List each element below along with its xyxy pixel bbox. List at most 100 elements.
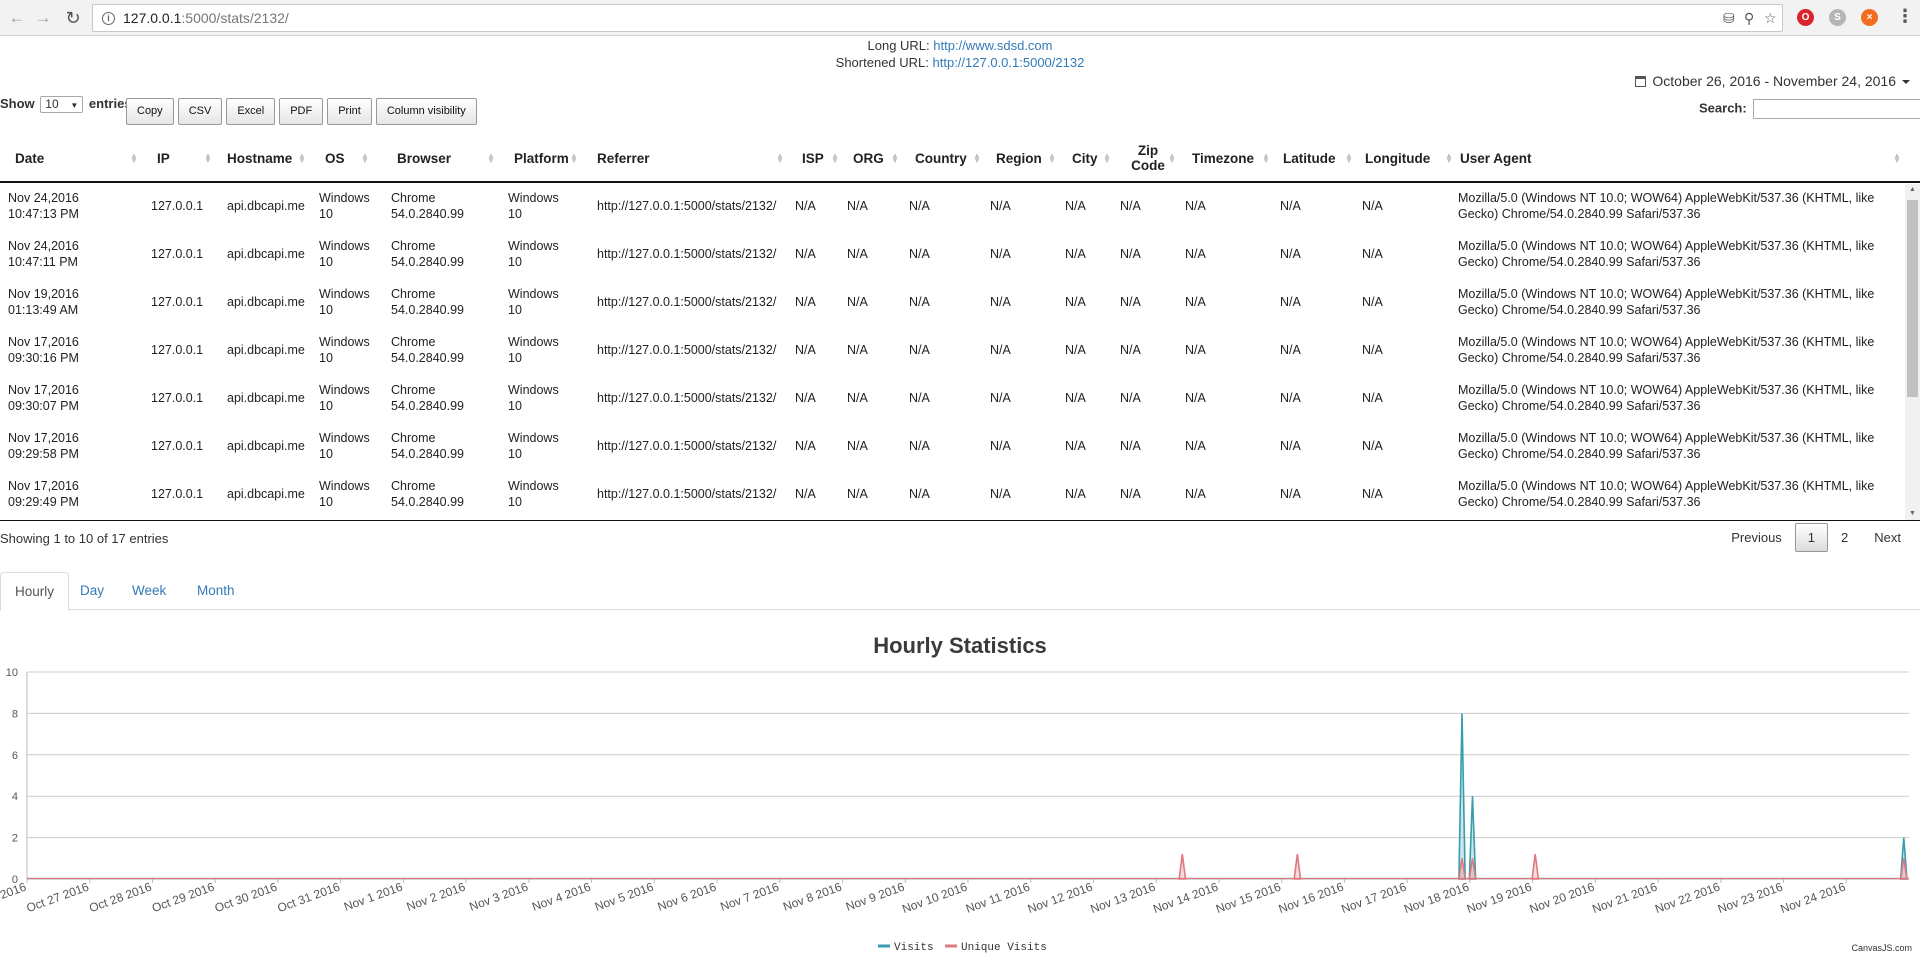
tab-week[interactable]: Week [118, 572, 180, 610]
sort-icon[interactable]: ▲ ▼ [1893, 152, 1901, 165]
next-page-button[interactable]: Next [1861, 523, 1914, 552]
sort-icon[interactable]: ▲ ▼ [1262, 152, 1270, 165]
page-1-button[interactable]: 1 [1794, 523, 1829, 552]
page-2-button[interactable]: 2 [1828, 523, 1861, 552]
cell-latitude: N/A [1280, 487, 1301, 501]
calendar-icon [1635, 76, 1647, 87]
cell-referrer[interactable]: http://127.0.0.1:5000/stats/2132/ [597, 294, 776, 310]
close-extension-icon[interactable]: × [1861, 9, 1878, 26]
column-header-longitude[interactable]: Longitude [1365, 133, 1457, 183]
forward-arrow-icon[interactable]: → [32, 7, 54, 29]
sort-icon[interactable]: ▲ ▼ [1103, 152, 1111, 165]
x-tick-label: Nov 19 2016 [1465, 880, 1534, 917]
address-bar[interactable]: i 127.0.0.1:5000/stats/2132/ ⛁ ⚲ ☆ [92, 4, 1783, 32]
column-header-ip[interactable]: IP [157, 133, 227, 183]
sort-icon[interactable]: ▲ ▼ [361, 152, 369, 165]
pdf-button[interactable]: PDF [279, 98, 324, 125]
cell-isp: N/A [795, 295, 816, 309]
page-length-select[interactable]: 10 ▼ [40, 96, 84, 114]
sort-icon[interactable]: ▲ ▼ [1445, 152, 1453, 165]
sort-icon[interactable]: ▲ ▼ [1168, 152, 1176, 165]
sort-icon[interactable]: ▲ ▼ [204, 152, 212, 165]
sort-icon[interactable]: ▲ ▼ [891, 152, 899, 165]
date-range-label: October 26, 2016 - November 24, 2016 [1652, 73, 1896, 89]
reload-icon[interactable]: ↻ [62, 7, 84, 29]
column-header-city[interactable]: City [1072, 133, 1124, 183]
table-row[interactable]: Nov 19,2016 01:13:49 AM 127.0.0.1 api.dbcap… [0, 280, 1905, 328]
cell-referrer[interactable]: http://127.0.0.1:5000/stats/2132/ [597, 198, 776, 214]
table-body[interactable]: Nov 24,2016 10:47:13 PM 127.0.0.1 api.dbcap… [0, 184, 1920, 521]
column-header-isp[interactable]: ISP [802, 133, 850, 183]
tab-month[interactable]: Month [183, 572, 249, 610]
table-row[interactable]: Nov 24,2016 10:47:11 PM 127.0.0.1 api.dbcap… [0, 232, 1905, 280]
table-row[interactable]: Nov 17,2016 09:30:16 PM 127.0.0.1 api.dbcap… [0, 328, 1905, 376]
cell-zip-code: N/A [1120, 247, 1141, 261]
column-header-user-agent[interactable]: User Agent [1460, 133, 1900, 183]
skype-extension-icon[interactable]: S [1829, 9, 1846, 26]
back-arrow-icon[interactable]: ← [6, 7, 28, 29]
print-button[interactable]: Print [327, 98, 372, 125]
cell-browser: Chrome 54.0.2840.99 [391, 287, 464, 317]
sort-icon[interactable]: ▲ ▼ [570, 152, 578, 165]
cell-region: N/A [990, 391, 1011, 405]
tab-day[interactable]: Day [66, 572, 118, 610]
column-header-os[interactable]: OS [325, 133, 393, 183]
csv-button[interactable]: CSV [177, 98, 223, 125]
cell-zip-code: N/A [1120, 487, 1141, 501]
cell-referrer[interactable]: http://127.0.0.1:5000/stats/2132/ [597, 438, 776, 454]
star-icon[interactable]: ☆ [1764, 10, 1777, 27]
info-icon[interactable]: i [102, 12, 115, 25]
column-header-timezone[interactable]: Timezone [1192, 133, 1284, 183]
cell-region: N/A [990, 487, 1011, 501]
tab-hourly[interactable]: Hourly [0, 572, 70, 611]
sort-icon[interactable]: ▲ ▼ [1345, 152, 1353, 165]
scroll-down-arrow-icon[interactable]: ▼ [1909, 510, 1916, 517]
sort-icon[interactable]: ▲ ▼ [831, 152, 839, 165]
column-header-country[interactable]: Country [915, 133, 993, 183]
cell-isp: N/A [795, 247, 816, 261]
sort-icon[interactable]: ▲ ▼ [298, 152, 306, 165]
sort-icon[interactable]: ▲ ▼ [487, 152, 495, 165]
opera-extension-icon[interactable]: O [1797, 9, 1814, 26]
column-visibility-button[interactable]: Column visibility [375, 98, 477, 125]
url-host: 127.0.0.1 [123, 10, 182, 26]
sort-icon[interactable]: ▲ ▼ [130, 152, 138, 165]
cell-zip-code: N/A [1120, 439, 1141, 453]
cell-referrer[interactable]: http://127.0.0.1:5000/stats/2132/ [597, 486, 776, 502]
search-input[interactable] [1752, 99, 1920, 119]
cell-ip: 127.0.0.1 [151, 343, 204, 357]
column-header-referrer[interactable]: Referrer [597, 133, 792, 183]
table-info: Showing 1 to 10 of 17 entries [0, 531, 169, 546]
x-tick-label: Oct 31 2016 [275, 880, 342, 916]
no-cookies-icon[interactable]: ⛁ [1723, 10, 1735, 27]
column-header-org[interactable]: ORG [853, 133, 911, 183]
cell-os: Windows 10 [319, 335, 370, 365]
sort-icon[interactable]: ▲ ▼ [973, 152, 981, 165]
sort-icon[interactable]: ▲ ▼ [776, 152, 784, 165]
long-url-link[interactable]: http://www.sdsd.com [933, 38, 1052, 53]
copy-button[interactable]: Copy [126, 98, 174, 125]
table-scrollbar[interactable]: ▲ ▼ [1905, 184, 1920, 520]
date-range-picker[interactable]: October 26, 2016 - November 24, 2016 [1635, 73, 1910, 89]
column-header-region[interactable]: Region [996, 133, 1068, 183]
address-bar-url[interactable]: 127.0.0.1:5000/stats/2132/ [123, 10, 289, 26]
column-header-zip-code[interactable]: Zip Code [1128, 133, 1168, 183]
table-row[interactable]: Nov 17,2016 09:29:49 PM 127.0.0.1 api.dbcap… [0, 472, 1905, 520]
cell-referrer[interactable]: http://127.0.0.1:5000/stats/2132/ [597, 342, 776, 358]
table-row[interactable]: Nov 17,2016 09:30:07 PM 127.0.0.1 api.dbcap… [0, 376, 1905, 424]
export-buttons: Copy CSV Excel PDF Print Column visibili… [126, 98, 477, 125]
scroll-up-arrow-icon[interactable]: ▲ [1909, 186, 1916, 193]
table-row[interactable]: Nov 24,2016 10:47:13 PM 127.0.0.1 api.dbcap… [0, 184, 1905, 232]
table-row[interactable]: Nov 17,2016 09:29:58 PM 127.0.0.1 api.dbcap… [0, 424, 1905, 472]
scrollbar-thumb[interactable] [1907, 200, 1918, 397]
zoom-icon[interactable]: ⚲ [1744, 10, 1754, 27]
previous-page-button[interactable]: Previous [1718, 523, 1795, 552]
cell-latitude: N/A [1280, 439, 1301, 453]
cell-referrer[interactable]: http://127.0.0.1:5000/stats/2132/ [597, 246, 776, 262]
sort-icon[interactable]: ▲ ▼ [1048, 152, 1056, 165]
cell-referrer[interactable]: http://127.0.0.1:5000/stats/2132/ [597, 390, 776, 406]
short-url-link[interactable]: http://127.0.0.1:5000/2132 [933, 55, 1085, 70]
column-header-platform[interactable]: Platform [514, 133, 599, 183]
menu-icon[interactable]: ⋮ [1896, 6, 1914, 27]
excel-button[interactable]: Excel [226, 98, 276, 125]
